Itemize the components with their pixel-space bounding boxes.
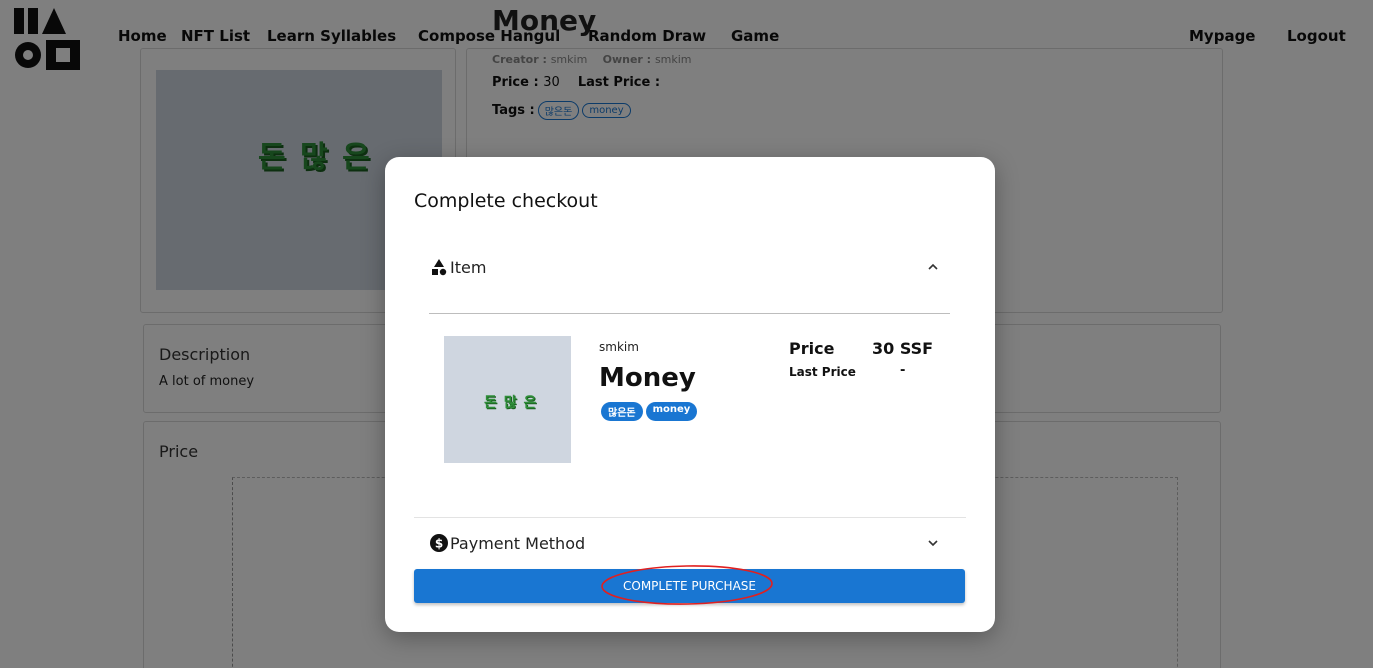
dollar-icon: $ bbox=[429, 533, 449, 553]
shapes-icon bbox=[429, 257, 449, 277]
complete-purchase-button[interactable]: COMPLETE PURCHASE bbox=[414, 569, 965, 603]
checkout-price-label: Price bbox=[789, 339, 835, 358]
tag-chip[interactable]: 많은돈 bbox=[601, 402, 643, 421]
item-name: Money bbox=[599, 363, 696, 393]
modal-title: Complete checkout bbox=[414, 190, 598, 212]
checkout-modal: Complete checkout Item 돈 많 은 smkim Money… bbox=[385, 157, 995, 632]
thumb-glyph: 돈 많 은 bbox=[484, 395, 538, 411]
item-tags: 많은돈 money bbox=[601, 402, 698, 421]
item-thumbnail: 돈 많 은 bbox=[444, 336, 571, 463]
chevron-up-icon[interactable] bbox=[925, 259, 941, 275]
section-divider bbox=[414, 517, 966, 518]
payment-accordion-header[interactable]: $ Payment Method bbox=[429, 528, 949, 558]
item-section-label: Item bbox=[450, 257, 487, 277]
item-accordion-header[interactable]: Item bbox=[429, 252, 949, 282]
svg-text:$: $ bbox=[435, 537, 443, 551]
accordion-divider bbox=[429, 313, 950, 314]
item-creator: smkim bbox=[599, 340, 639, 354]
checkout-last-price-value: - bbox=[900, 363, 906, 378]
checkout-last-price-label: Last Price bbox=[789, 365, 856, 379]
chevron-down-icon[interactable] bbox=[925, 535, 941, 551]
checkout-price-value: 30 SSF bbox=[872, 339, 934, 358]
payment-section-label: Payment Method bbox=[450, 533, 586, 553]
tag-chip[interactable]: money bbox=[645, 402, 698, 421]
